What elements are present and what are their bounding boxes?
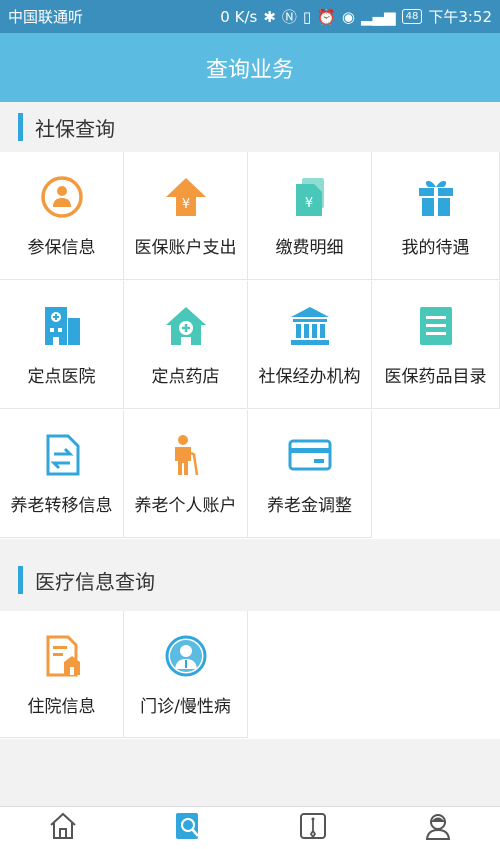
- alarm-icon: ⏰: [317, 7, 336, 26]
- inpatient-document-icon: [38, 632, 86, 680]
- elderly-person-icon: [162, 431, 210, 479]
- hospital-building-icon: [38, 302, 86, 350]
- section-accent-bar: [18, 113, 23, 141]
- signal-icon: ▂▄▆: [360, 7, 396, 26]
- status-left: 中国联通听: [8, 6, 83, 27]
- grid-item-social-agency[interactable]: 社保经办机构: [248, 281, 372, 409]
- yuan-arrow-up-icon: ¥: [162, 173, 210, 221]
- carrier-suffix: 听: [68, 8, 84, 26]
- nav-home[interactable]: [0, 807, 125, 849]
- gift-icon: [412, 173, 460, 221]
- institution-building-icon: [286, 302, 334, 350]
- yuan-document-icon: ¥: [286, 173, 334, 221]
- doctor-avatar-icon: [162, 632, 210, 680]
- pharmacy-house-icon: [162, 302, 210, 350]
- grid-item-label: 养老转移信息: [10, 496, 113, 516]
- eye-icon: ◉: [341, 7, 355, 26]
- grid-item-medical-account[interactable]: ¥ 医保账户支出: [124, 152, 248, 280]
- section-accent-bar: [18, 566, 23, 594]
- grid-item-label: 社保经办机构: [258, 367, 361, 387]
- grid-item-label: 参保信息: [27, 238, 96, 258]
- nav-business[interactable]: [250, 807, 375, 849]
- grid-item-label: 医保账户支出: [134, 238, 237, 258]
- grid-item-inpatient-info[interactable]: 住院信息: [0, 611, 124, 738]
- briefcase-icon: [298, 811, 328, 845]
- card-icon: [286, 431, 334, 479]
- section-title: 社保查询: [35, 116, 115, 141]
- list-document-icon: [412, 302, 460, 350]
- grid-item-pension-account[interactable]: 养老个人账户: [124, 410, 248, 538]
- grid-item-label: 门诊/慢性病: [140, 696, 231, 717]
- grid-item-label: 定点医院: [27, 367, 96, 387]
- network-speed: 0 K/s: [220, 7, 258, 26]
- section-header-medical-info: 医疗信息查询: [0, 555, 500, 605]
- svg-text:¥: ¥: [304, 196, 312, 211]
- person-circle-icon: [38, 173, 86, 221]
- section-header-social-security: 社保查询: [0, 102, 500, 152]
- grid-item-label: 缴费明细: [275, 238, 344, 258]
- grid-item-label: 住院信息: [27, 696, 96, 717]
- grid-item-label: 医保药品目录: [384, 367, 487, 387]
- status-right: 0 K/s ✱ Ⓝ ▯ ⏰ ◉ ▂▄▆ 48 下午3:52: [220, 6, 492, 27]
- battery-icon: 48: [401, 9, 423, 24]
- bluetooth-icon: ✱: [263, 7, 276, 26]
- grid-item-outpatient-chronic[interactable]: 门诊/慢性病: [124, 611, 248, 738]
- vibrate-icon: ▯: [302, 7, 312, 26]
- grid-item-pension-transfer[interactable]: 养老转移信息: [0, 410, 124, 538]
- grid-item-insurance-info[interactable]: 参保信息: [0, 152, 124, 280]
- grid-item-label: 定点药店: [151, 367, 220, 387]
- user-icon: [423, 811, 453, 845]
- status-bar: 中国联通听 0 K/s ✱ Ⓝ ▯ ⏰ ◉ ▂▄▆ 48 下午3:52: [0, 0, 500, 33]
- grid-item-designated-pharmacy[interactable]: 定点药店: [124, 281, 248, 409]
- carrier-text: 中国联通: [8, 8, 69, 26]
- clock-text: 下午3:52: [428, 8, 492, 26]
- grid-item-designated-hospital[interactable]: 定点医院: [0, 281, 124, 409]
- medical-info-grid: 住院信息 门诊/慢性病: [0, 611, 500, 739]
- grid-item-pension-adjustment[interactable]: 养老金调整: [248, 410, 372, 538]
- home-icon: [48, 811, 78, 845]
- nav-query[interactable]: [125, 807, 250, 849]
- title-bar: 查询业务: [0, 33, 500, 102]
- nav-profile[interactable]: [375, 807, 500, 849]
- grid-item-label: 养老金调整: [267, 496, 352, 516]
- search-document-icon: [173, 811, 203, 845]
- section-title: 医疗信息查询: [35, 569, 155, 594]
- transfer-document-icon: [38, 431, 86, 479]
- page-title: 查询业务: [205, 57, 294, 83]
- grid-item-label: 我的待遇: [401, 238, 470, 258]
- nfc-icon: Ⓝ: [281, 8, 297, 26]
- bottom-navigation: [0, 806, 500, 849]
- grid-item-drug-catalog[interactable]: 医保药品目录: [372, 281, 500, 409]
- grid-item-my-benefits[interactable]: 我的待遇: [372, 152, 500, 280]
- svg-text:¥: ¥: [181, 197, 189, 212]
- grid-item-payment-details[interactable]: ¥ 缴费明细: [248, 152, 372, 280]
- grid-item-label: 养老个人账户: [134, 496, 237, 516]
- social-security-grid: 参保信息 ¥ 医保账户支出 ¥ 缴费明细 我的待遇 定点医院 定点药店 社保经办…: [0, 152, 500, 539]
